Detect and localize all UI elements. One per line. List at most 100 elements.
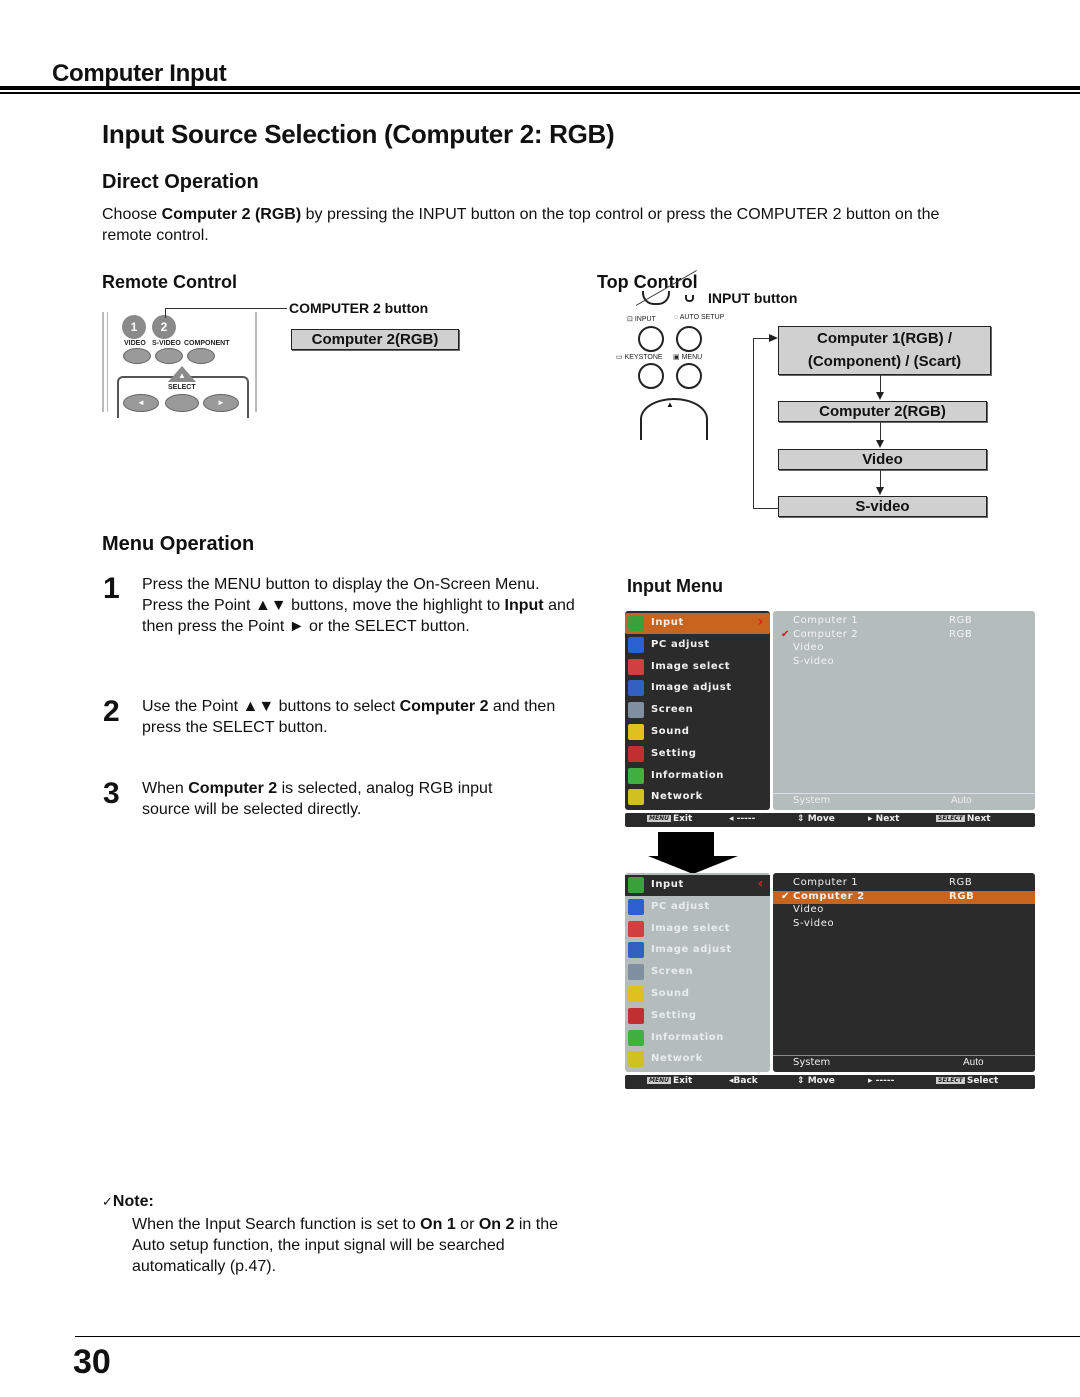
osd-submenu-item-computer-2[interactable]: ✔ Computer 2 RGB: [773, 890, 1035, 904]
flow-box-line: (Component) / (Scart): [807, 353, 962, 370]
osd-submenu-item-computer-2[interactable]: ✔ Computer 2 RGB: [773, 629, 1035, 642]
osd-footer: MENU Exit ◂ ----- ⇕ Move ▸ Next SELECT Nex…: [625, 813, 1035, 827]
osd-submenu-item-video[interactable]: Video: [773, 642, 1035, 655]
text-bold: Computer 2: [188, 780, 278, 797]
footer-select-label: Select: [966, 1076, 999, 1086]
menu-button[interactable]: [676, 363, 702, 389]
osd-menu-item-screen[interactable]: Screen: [625, 962, 770, 983]
osd-menu-item-setting[interactable]: Setting: [625, 744, 770, 765]
osd-submenu-item-computer-1[interactable]: Computer 1 RGB: [773, 615, 1035, 628]
text-bold: On 1: [420, 1216, 456, 1233]
up-arrow-icon: ▲: [178, 371, 186, 380]
chevron-right-icon: ›: [757, 614, 764, 630]
arrow-pad-arc[interactable]: [640, 398, 708, 440]
text-bold: On 2: [478, 1216, 515, 1233]
select-button[interactable]: [165, 394, 199, 412]
osd-menu-item-network[interactable]: Network: [625, 787, 770, 808]
osd-menu-item-pc-adjust[interactable]: PC adjust: [625, 635, 770, 656]
page-title: Input Source Selection (Computer 2: RGB): [102, 119, 615, 149]
osd-menu-item-image-select[interactable]: Image select: [625, 919, 770, 940]
system-label: System: [793, 795, 831, 806]
osd-menu-item-label: Network: [651, 1053, 703, 1065]
footer-next-label: Next: [875, 814, 900, 824]
osd-menu-item-sound[interactable]: Sound: [625, 984, 770, 1005]
osd-menu-item-setting[interactable]: Setting: [625, 1006, 770, 1027]
osd-menu-item-label: PC adjust: [651, 638, 710, 650]
text-segment: Choose: [102, 206, 162, 223]
submenu-item-name: Video: [793, 642, 825, 653]
osd-menu-item-image-select[interactable]: Image select: [625, 657, 770, 678]
osd-submenu-item-s-video[interactable]: S-video: [773, 656, 1035, 669]
remote-edge-right: [255, 312, 257, 412]
information-icon: [628, 1029, 644, 1046]
menu-key-icon: MENU: [647, 1077, 671, 1084]
osd-footer: MENU Exit ◂Back ⇕ Move ▸ ----- SELECT Sele…: [625, 1075, 1035, 1089]
osd-submenu-item-video[interactable]: Video: [773, 904, 1035, 917]
text-bold: Computer 2 (RGB): [161, 206, 302, 223]
osd-main-menu: Input ‹ PC adjust Image select Image adjust S…: [625, 873, 770, 1072]
flow-arrow-head: [876, 487, 884, 495]
footer-next: ▸ -----: [868, 1076, 895, 1086]
submenu-item-value: RGB: [949, 890, 975, 902]
input-button[interactable]: [638, 326, 664, 352]
submenu-item-name: S-video: [793, 655, 835, 667]
footer-back: ◂Back: [729, 1076, 758, 1086]
menu-operation-heading: Menu Operation: [102, 533, 255, 555]
step-number: 1: [103, 572, 120, 605]
submenu-item-name: Computer 2: [793, 628, 859, 640]
flow-arrow-line: [880, 421, 881, 441]
right-arrow-button[interactable]: ►: [203, 394, 239, 412]
step-number: 3: [103, 777, 120, 810]
osd-menu-item-label: Image adjust: [651, 682, 732, 694]
submenu-item-name: Video: [793, 904, 825, 915]
note-heading: ✓Note:: [102, 1193, 154, 1211]
screen-icon: [628, 702, 644, 719]
osd-menu-item-label: Information: [651, 1031, 724, 1043]
computer-2-button-callout: COMPUTER 2 button: [289, 300, 429, 316]
step-text: Press the MENU button to display the On-…: [142, 574, 582, 637]
osd-menu-item-sound[interactable]: Sound: [625, 722, 770, 743]
remote-button-1[interactable]: 1: [122, 315, 146, 339]
auto-setup-label-text: AUTO SETUP: [679, 314, 725, 321]
osd-menu-item-network[interactable]: Network: [625, 1049, 770, 1070]
auto-setup-button[interactable]: [676, 326, 702, 352]
top-control-illustration: ⊡ INPUT ◌ AUTO SETUP ▭ KEYSTONE ▣ MENU ▲: [610, 291, 740, 440]
menu-key-icon: MENU: [647, 815, 671, 822]
osd-menu-item-input[interactable]: Input ‹: [625, 875, 770, 896]
component-button[interactable]: [187, 348, 215, 364]
down-arrow-icon: [658, 832, 714, 858]
osd-menu-item-image-adjust[interactable]: Image adjust: [625, 678, 770, 699]
network-icon: [628, 789, 644, 806]
image-adjust-icon: [628, 942, 644, 959]
svideo-button[interactable]: [155, 348, 183, 364]
footer-back: ◂ -----: [729, 814, 756, 824]
osd-submenu-item-computer-1[interactable]: Computer 1 RGB: [773, 877, 1035, 890]
screen-icon: [628, 964, 644, 981]
input-label-text: INPUT: [634, 316, 656, 323]
keystone-button[interactable]: [638, 363, 664, 389]
text-segment: Use the Point ▲▼ buttons to select: [142, 698, 400, 715]
input-button-callout: INPUT button: [708, 290, 798, 306]
osd-menu-item-information[interactable]: Information: [625, 1028, 770, 1049]
direct-operation-heading: Direct Operation: [102, 171, 259, 193]
loop-arrow-head: [769, 334, 778, 342]
footer-back-label: -----: [736, 814, 756, 824]
osd-menu-item-pc-adjust[interactable]: PC adjust: [625, 897, 770, 918]
page-number: 30: [73, 1343, 111, 1381]
osd-menu-item-image-adjust[interactable]: Image adjust: [625, 940, 770, 961]
footer-select-label: Next: [966, 814, 991, 824]
osd-menu-item-information[interactable]: Information: [625, 766, 770, 787]
left-arrow-button[interactable]: ◄: [123, 394, 159, 412]
osd-submenu-item-s-video[interactable]: S-video: [773, 918, 1035, 931]
footer-exit-label: Exit: [672, 814, 693, 824]
osd-menu-item-screen[interactable]: Screen: [625, 700, 770, 721]
note-label: Note:: [112, 1193, 154, 1210]
auto-setup-label: ◌ AUTO SETUP: [674, 314, 725, 321]
input-label: ⊡ INPUT: [627, 316, 656, 323]
remote-button-computer-2[interactable]: 2: [152, 315, 176, 339]
result-box-computer-2-rgb: Computer 2(RGB): [291, 329, 459, 350]
footer-next-label: -----: [875, 1076, 895, 1086]
osd-menu-item-input[interactable]: Input ›: [625, 613, 770, 634]
osd-submenu: System Auto Computer 1 RGB ✔ Computer 2 RGB V…: [773, 611, 1035, 810]
video-button[interactable]: [123, 348, 151, 364]
